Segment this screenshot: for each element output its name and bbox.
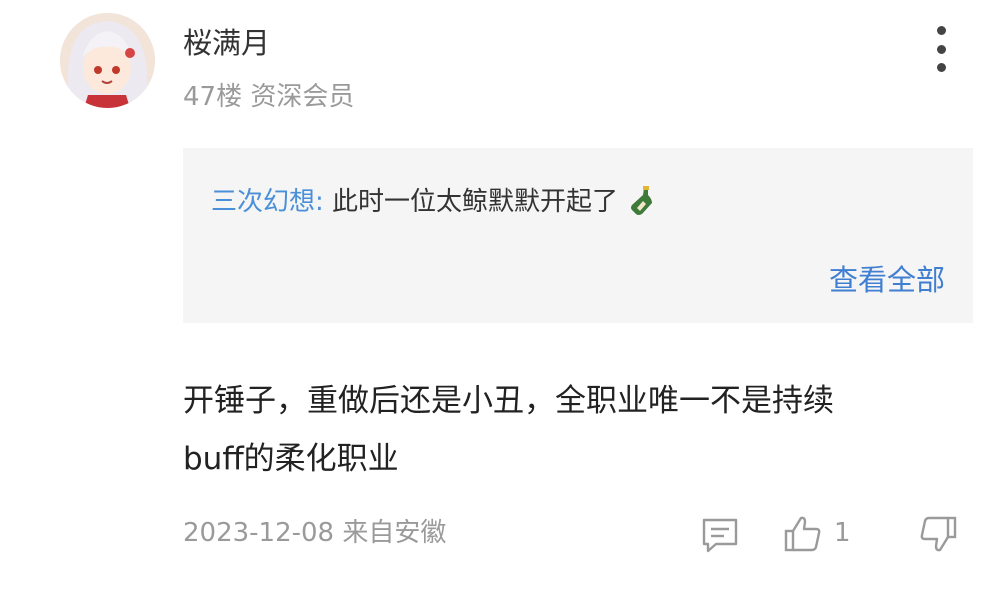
- quoted-reply[interactable]: 三次幻想: 此时一位太鲸默默开起了 查看全部: [183, 148, 973, 323]
- comment-content: 开锤子，重做后还是小丑，全职业唯一不是持续 buff的柔化职业: [183, 372, 978, 488]
- quoted-reply-author[interactable]: 三次幻想:: [211, 187, 324, 217]
- floor-and-rank: 47楼 资深会员: [183, 82, 355, 112]
- quoted-reply-text: 此时一位太鲸默默开起了: [332, 187, 619, 217]
- view-all-link[interactable]: 查看全部: [829, 261, 945, 299]
- more-dot-icon: [936, 63, 946, 72]
- username[interactable]: 桜满月: [183, 24, 270, 62]
- comment-line: buff的柔化职业: [183, 441, 399, 477]
- thumbs-down-icon: [920, 516, 957, 552]
- quoted-reply-line: 三次幻想: 此时一位太鲸默默开起了: [211, 184, 654, 226]
- more-dot-icon: [936, 26, 946, 35]
- thumbs-up-icon: [784, 516, 821, 552]
- more-dot-icon: [936, 44, 946, 54]
- comment-icon: [702, 518, 738, 553]
- avatar[interactable]: [60, 13, 155, 108]
- reply-button[interactable]: [700, 516, 740, 554]
- dislike-button[interactable]: [918, 514, 958, 554]
- timestamp-location: 2023-12-08 来自安徽: [183, 518, 447, 548]
- more-options-button[interactable]: [924, 26, 958, 72]
- comment-line: 开锤子，重做后还是小丑，全职业唯一不是持续: [183, 383, 834, 419]
- like-count: 1: [834, 518, 851, 548]
- bottle-icon: [630, 186, 654, 226]
- like-button[interactable]: [783, 514, 823, 554]
